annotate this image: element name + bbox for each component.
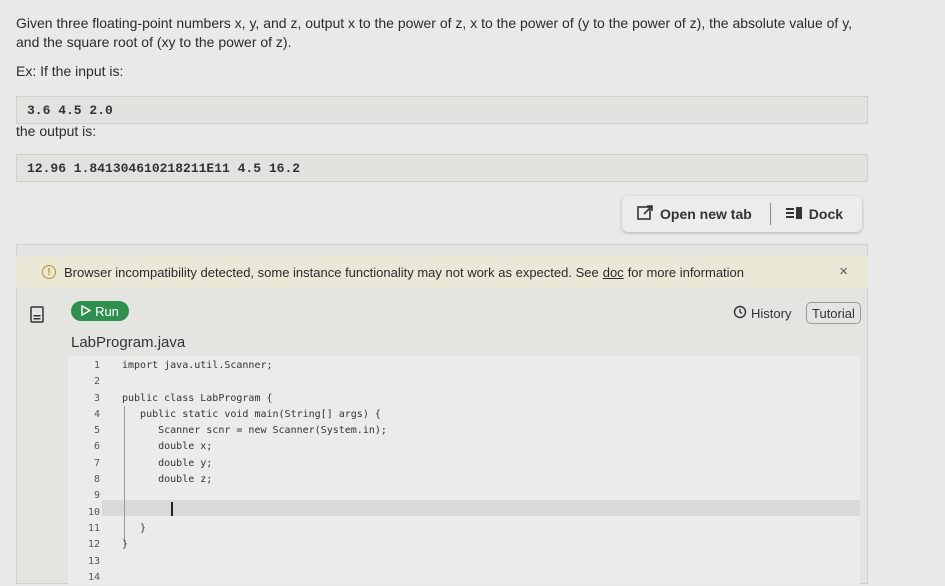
history-button[interactable]: History [733, 305, 791, 322]
history-label: History [751, 306, 792, 321]
dock-icon [785, 206, 803, 223]
run-label: Run [95, 303, 119, 319]
close-warning-button[interactable]: × [839, 263, 848, 280]
code-line: } [122, 539, 129, 551]
line-number: 7 [93, 457, 100, 469]
run-button[interactable]: Run [71, 301, 129, 321]
line-number: 11 [87, 522, 100, 534]
file-icon[interactable] [30, 306, 44, 328]
dock-label: Dock [808, 206, 844, 222]
dock-button[interactable]: Dock [785, 206, 843, 223]
text-cursor [171, 502, 173, 516]
output-intro: the output is: [16, 123, 97, 139]
code-line: double y; [122, 457, 213, 469]
example-intro: Ex: If the input is: [16, 63, 124, 79]
line-number: 12 [87, 539, 100, 551]
line-number: 10 [87, 506, 100, 518]
code-line: Scanner scnr = new Scanner(System.in); [122, 425, 387, 437]
open-new-tab-button[interactable]: Open new tab [636, 204, 752, 225]
file-tab[interactable]: LabProgram.java [71, 334, 185, 351]
sample-output: 12.96 1.841304610218211E11 4.5 16.2 [16, 154, 868, 182]
warning-text-after: for more information [627, 264, 745, 280]
code-line: public static void main(String[] args) { [122, 408, 381, 420]
line-number: 5 [93, 425, 100, 437]
warning-icon: ! [42, 265, 56, 279]
open-new-tab-label: Open new tab [660, 206, 752, 222]
code-line: double x; [122, 441, 213, 453]
history-icon [733, 305, 747, 322]
code-line: } [122, 522, 147, 534]
line-numbers: 1 2 3 4 5 6 7 8 9 10 11 12 13 14 [78, 358, 100, 586]
browser-warning-banner: ! Browser incompatibility detected, some… [16, 256, 868, 288]
code-line: import java.util.Scanner; [122, 360, 273, 371]
warning-text: Browser incompatibility detected, some i… [64, 264, 599, 280]
toolbar-divider [769, 203, 771, 225]
tutorial-button[interactable]: Tutorial [806, 302, 861, 324]
problem-statement: Given three floating-point numbers x, y,… [16, 15, 853, 50]
warning-doc-link[interactable]: doc [603, 265, 624, 280]
line-number: 9 [93, 490, 100, 502]
line-number: 6 [93, 441, 100, 453]
line-number: 8 [93, 474, 100, 486]
code-line: public class LabProgram { [122, 392, 273, 404]
line-number: 13 [87, 555, 100, 567]
sample-input: 3.6 4.5 2.0 [16, 96, 868, 124]
play-icon [81, 304, 92, 319]
line-number: 2 [93, 376, 100, 388]
line-number: 3 [93, 392, 100, 404]
code-line: double z; [122, 474, 213, 486]
line-number: 1 [93, 360, 100, 371]
ide-toolbar: Open new tab Dock [622, 196, 862, 232]
code-content[interactable]: import java.util.Scanner; public class L… [122, 358, 387, 586]
external-link-icon [636, 204, 654, 225]
line-number: 4 [93, 408, 100, 420]
